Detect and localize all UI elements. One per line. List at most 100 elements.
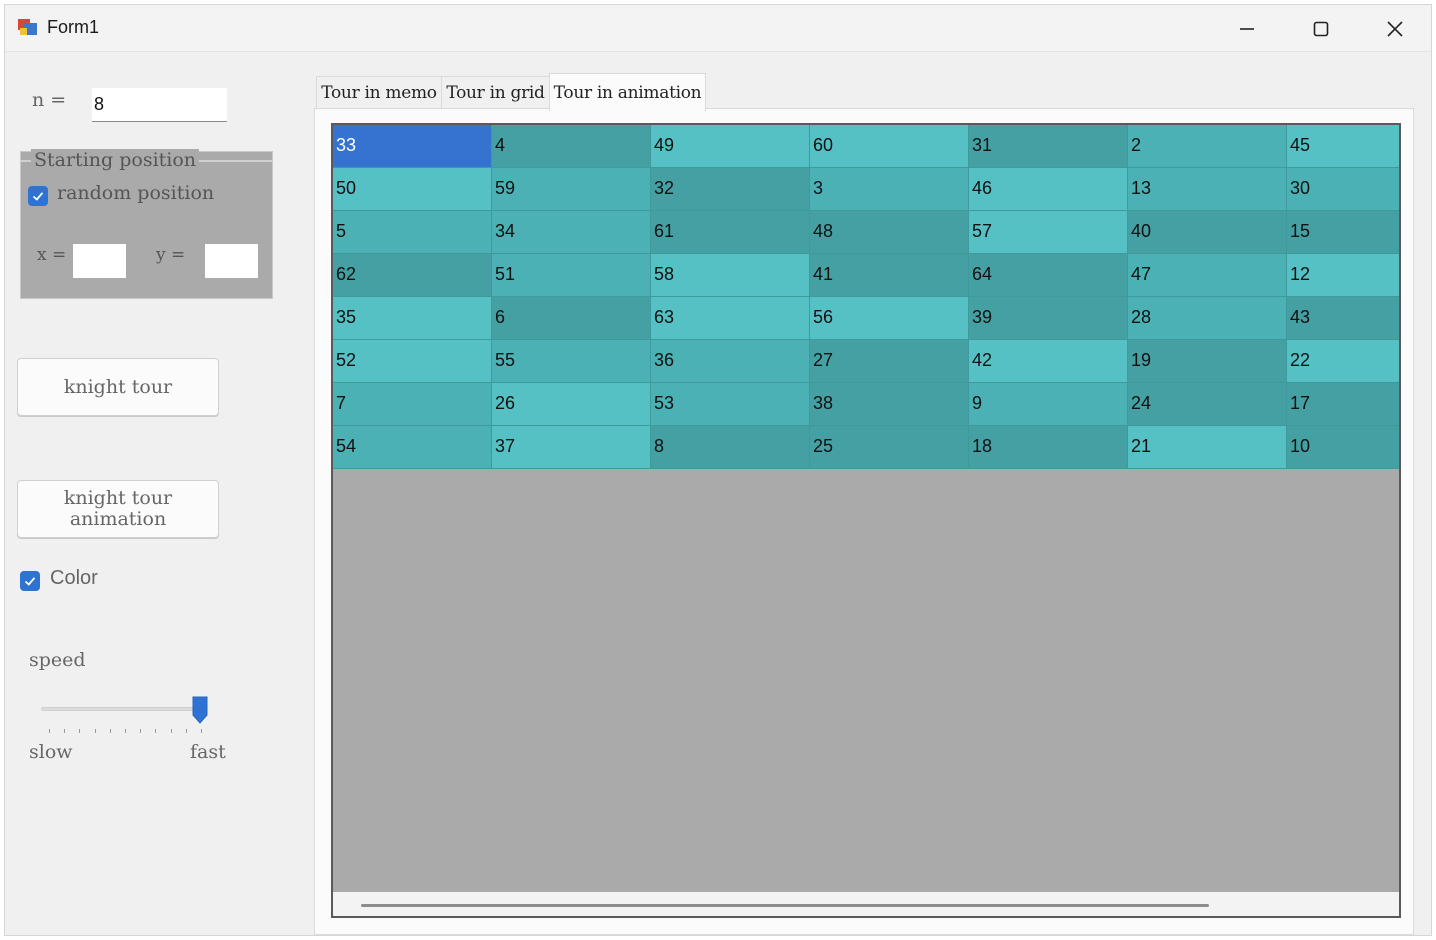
grid-cell[interactable]: 63 <box>651 297 810 340</box>
maximize-button[interactable] <box>1293 11 1349 47</box>
tab-tour-in-memo[interactable]: Tour in memo <box>316 76 442 109</box>
knight-tour-button[interactable]: knight tour <box>17 358 219 416</box>
slider-tick <box>79 729 81 733</box>
grid-cell[interactable]: 46 <box>969 168 1128 211</box>
grid-cell[interactable]: 10 <box>1287 426 1399 469</box>
grid-cell[interactable]: 19 <box>1128 340 1287 383</box>
grid-cell[interactable]: 38 <box>810 383 969 426</box>
grid-cell[interactable]: 6 <box>492 297 651 340</box>
slow-label: slow <box>29 741 73 763</box>
grid-cell[interactable]: 24 <box>1128 383 1287 426</box>
grid-cell[interactable]: 41 <box>810 254 969 297</box>
grid-cell[interactable]: 50 <box>333 168 492 211</box>
grid-cell[interactable]: 32 <box>651 168 810 211</box>
grid-cell[interactable]: 7 <box>333 383 492 426</box>
grid-cell[interactable]: 27 <box>810 340 969 383</box>
grid-cell[interactable]: 31 <box>969 125 1128 168</box>
grid-cell[interactable]: 42 <box>969 340 1128 383</box>
grid-cell[interactable]: 22 <box>1287 340 1399 383</box>
random-position-checkbox[interactable] <box>28 186 48 206</box>
speed-label: speed <box>29 649 86 671</box>
grid-cell[interactable]: 47 <box>1128 254 1287 297</box>
group-title: Starting position <box>31 149 200 171</box>
grid-cell[interactable]: 4 <box>492 125 651 168</box>
n-input[interactable] <box>92 88 227 122</box>
tab-tour-in-grid[interactable]: Tour in grid <box>441 76 550 109</box>
color-label: Color <box>50 567 98 589</box>
grid-cell[interactable]: 62 <box>333 254 492 297</box>
grid-cell[interactable]: 53 <box>651 383 810 426</box>
grid-cell[interactable]: 57 <box>969 211 1128 254</box>
grid-cell[interactable]: 54 <box>333 426 492 469</box>
slider-tick <box>109 729 111 733</box>
grid-cell[interactable]: 8 <box>651 426 810 469</box>
grid-cell[interactable]: 43 <box>1287 297 1399 340</box>
color-checkbox[interactable] <box>20 571 40 591</box>
grid-cell[interactable]: 9 <box>969 383 1128 426</box>
grid-cell[interactable]: 2 <box>1128 125 1287 168</box>
tab-tour-in-animation[interactable]: Tour in animation <box>549 73 706 111</box>
animation-button-line2: animation <box>69 508 167 530</box>
slider-thumb[interactable] <box>191 695 209 725</box>
slider-tick <box>155 729 157 733</box>
n-label: n = <box>32 89 67 111</box>
grid-cell[interactable]: 40 <box>1128 211 1287 254</box>
grid-cell[interactable]: 37 <box>492 426 651 469</box>
y-label: y = <box>156 245 186 265</box>
grid-cell[interactable]: 60 <box>810 125 969 168</box>
grid-cell[interactable]: 36 <box>651 340 810 383</box>
random-position-label: random position <box>57 182 215 204</box>
grid-cell[interactable]: 30 <box>1287 168 1399 211</box>
checkmark-icon <box>32 192 44 201</box>
app-icon <box>17 17 39 37</box>
grid-cell[interactable]: 55 <box>492 340 651 383</box>
grid-cell[interactable]: 64 <box>969 254 1128 297</box>
slider-tick <box>125 729 126 733</box>
grid-cell[interactable]: 59 <box>492 168 651 211</box>
grid-cell[interactable]: 3 <box>810 168 969 211</box>
slider-track[interactable] <box>41 707 205 711</box>
grid-cell[interactable]: 58 <box>651 254 810 297</box>
grid-cell[interactable]: 12 <box>1287 254 1399 297</box>
close-icon <box>1387 21 1403 37</box>
starting-position-group: Starting position random position x = y … <box>20 149 273 299</box>
slider-tick <box>170 729 172 733</box>
slider-tick <box>201 729 202 733</box>
grid-cell[interactable]: 48 <box>810 211 969 254</box>
grid-cell[interactable]: 51 <box>492 254 651 297</box>
grid-cell[interactable]: 34 <box>492 211 651 254</box>
grid-cell[interactable]: 49 <box>651 125 810 168</box>
x-input[interactable] <box>73 244 126 278</box>
grid-cell[interactable]: 18 <box>969 426 1128 469</box>
grid-cell[interactable]: 5 <box>333 211 492 254</box>
title-bar: Form1 <box>5 5 1431 52</box>
minimize-button[interactable] <box>1219 11 1275 47</box>
grid-cell[interactable]: 25 <box>810 426 969 469</box>
grid-cell[interactable]: 26 <box>492 383 651 426</box>
slider-tick <box>64 729 66 733</box>
grid-cell[interactable]: 52 <box>333 340 492 383</box>
fast-label: fast <box>190 741 226 763</box>
x-label: x = <box>37 245 67 265</box>
grid-cell[interactable]: 21 <box>1128 426 1287 469</box>
y-input[interactable] <box>205 244 258 278</box>
grid-cell[interactable]: 56 <box>810 297 969 340</box>
grid-cell[interactable]: 45 <box>1287 125 1399 168</box>
slider-tick <box>49 729 50 733</box>
knight-tour-animation-button[interactable]: knight tour animation <box>17 480 219 538</box>
grid-cell[interactable]: 15 <box>1287 211 1399 254</box>
scrollbar-thumb[interactable] <box>361 904 1209 907</box>
grid-cell[interactable]: 39 <box>969 297 1128 340</box>
grid-cell[interactable]: 61 <box>651 211 810 254</box>
close-button[interactable] <box>1367 11 1423 47</box>
horizontal-scrollbar[interactable] <box>333 892 1399 916</box>
grid-cell[interactable]: 28 <box>1128 297 1287 340</box>
window-title: Form1 <box>47 17 100 37</box>
form-window: Form1 n = Starting position random posit… <box>4 4 1432 936</box>
grid-cell[interactable]: 33 <box>333 125 492 168</box>
grid-cell[interactable]: 13 <box>1128 168 1287 211</box>
grid-cell[interactable]: 35 <box>333 297 492 340</box>
tour-grid[interactable]: 33 4 49 60 31 2 45 50 59 32 3 46 13 30 5 34 61 48 57 40 15 62… <box>331 123 1401 918</box>
grid-cell[interactable]: 17 <box>1287 383 1399 426</box>
animation-button-line1: knight tour <box>63 487 173 509</box>
